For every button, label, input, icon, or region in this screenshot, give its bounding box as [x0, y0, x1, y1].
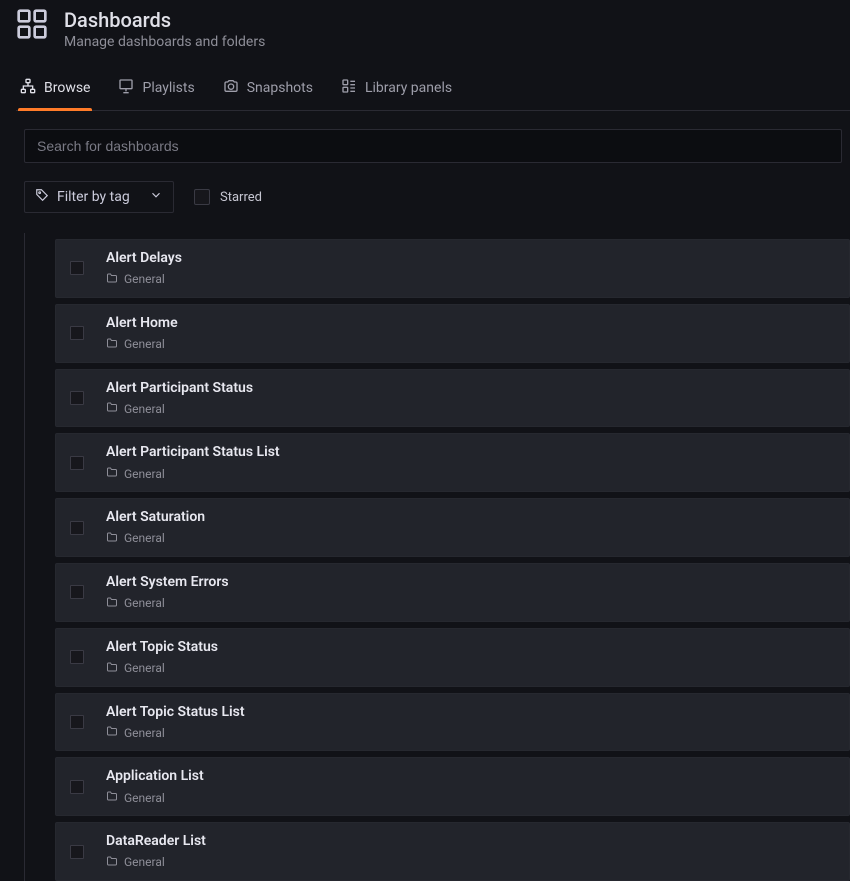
- dashboard-title: Alert Participant Status List: [106, 444, 280, 461]
- starred-label: Starred: [220, 190, 262, 205]
- dashboard-row[interactable]: Alert Home General: [55, 304, 850, 363]
- row-checkbox[interactable]: [70, 845, 84, 859]
- dashboard-row[interactable]: Alert System Errors General: [55, 563, 850, 622]
- folder-icon: [106, 725, 118, 740]
- dashboard-title: Application List: [106, 768, 204, 785]
- dashboard-row[interactable]: DataReader List General: [55, 822, 850, 881]
- dashboard-title: Alert Delays: [106, 250, 182, 267]
- dashboard-folder: General: [124, 726, 165, 740]
- dashboard-title: DataReader List: [106, 833, 206, 850]
- row-checkbox[interactable]: [70, 521, 84, 535]
- tab-snapshots[interactable]: Snapshots: [223, 68, 313, 110]
- dashboard-row[interactable]: Alert Topic Status List General: [55, 693, 850, 752]
- presentation-icon: [118, 78, 134, 98]
- tab-label: Browse: [44, 80, 90, 96]
- row-checkbox[interactable]: [70, 780, 84, 794]
- filter-by-tag-label: Filter by tag: [57, 189, 130, 205]
- dashboard-folder: General: [124, 791, 165, 805]
- dashboard-folder: General: [124, 272, 165, 286]
- row-checkbox[interactable]: [70, 585, 84, 599]
- dashboard-row[interactable]: Alert Topic Status General: [55, 628, 850, 687]
- search-input[interactable]: [24, 129, 842, 163]
- dashboard-folder: General: [124, 402, 165, 416]
- dashboard-row[interactable]: Alert Saturation General: [55, 498, 850, 557]
- folder-icon: [106, 401, 118, 416]
- tab-label: Snapshots: [247, 80, 313, 96]
- page-subtitle: Manage dashboards and folders: [64, 34, 265, 50]
- dashboard-list: Alert Delays General Alert Home: [55, 239, 850, 881]
- dashboard-folder: General: [124, 337, 165, 351]
- page-header: Dashboards Manage dashboards and folders: [16, 0, 850, 68]
- dashboard-title: Alert Participant Status: [106, 380, 253, 397]
- folder-icon: [106, 466, 118, 481]
- dashboard-folder: General: [124, 855, 165, 869]
- tab-browse[interactable]: Browse: [20, 68, 90, 110]
- dashboard-row[interactable]: Application List General: [55, 757, 850, 816]
- dashboard-folder: General: [124, 596, 165, 610]
- row-checkbox[interactable]: [70, 715, 84, 729]
- starred-toggle[interactable]: Starred: [194, 189, 262, 205]
- dashboard-title: Alert Saturation: [106, 509, 205, 526]
- dashboard-folder: General: [124, 467, 165, 481]
- tab-playlists[interactable]: Playlists: [118, 68, 194, 110]
- dashboard-title: Alert Topic Status: [106, 639, 218, 656]
- page-title: Dashboards: [64, 8, 265, 32]
- folder-icon: [106, 855, 118, 870]
- folder-icon: [106, 661, 118, 676]
- dashboard-title: Alert Topic Status List: [106, 704, 245, 721]
- dashboard-row[interactable]: Alert Participant Status List General: [55, 433, 850, 492]
- dashboard-title: Alert System Errors: [106, 574, 229, 591]
- starred-checkbox[interactable]: [194, 189, 210, 205]
- folder-icon: [106, 337, 118, 352]
- folder-icon: [106, 272, 118, 287]
- row-checkbox[interactable]: [70, 261, 84, 275]
- camera-icon: [223, 78, 239, 98]
- folder-icon: [106, 531, 118, 546]
- row-checkbox[interactable]: [70, 650, 84, 664]
- dashboard-folder: General: [124, 661, 165, 675]
- tabs: Browse Playlists Snapshots: [16, 68, 850, 111]
- library-panel-icon: [341, 78, 357, 98]
- tag-icon: [35, 188, 49, 206]
- folder-icon: [106, 790, 118, 805]
- dashboard-row[interactable]: Alert Delays General: [55, 239, 850, 298]
- dashboards-icon: [16, 8, 48, 40]
- row-checkbox[interactable]: [70, 326, 84, 340]
- tab-label: Library panels: [365, 80, 452, 96]
- folder-icon: [106, 596, 118, 611]
- dashboard-folder: General: [124, 531, 165, 545]
- row-checkbox[interactable]: [70, 391, 84, 405]
- chevron-down-icon: [149, 188, 163, 206]
- row-checkbox[interactable]: [70, 456, 84, 470]
- sitemap-icon: [20, 78, 36, 98]
- filter-by-tag-select[interactable]: Filter by tag: [24, 181, 174, 213]
- tab-library-panels[interactable]: Library panels: [341, 68, 452, 110]
- dashboard-row[interactable]: Alert Participant Status General: [55, 369, 850, 428]
- tab-label: Playlists: [142, 80, 194, 96]
- dashboard-title: Alert Home: [106, 315, 178, 332]
